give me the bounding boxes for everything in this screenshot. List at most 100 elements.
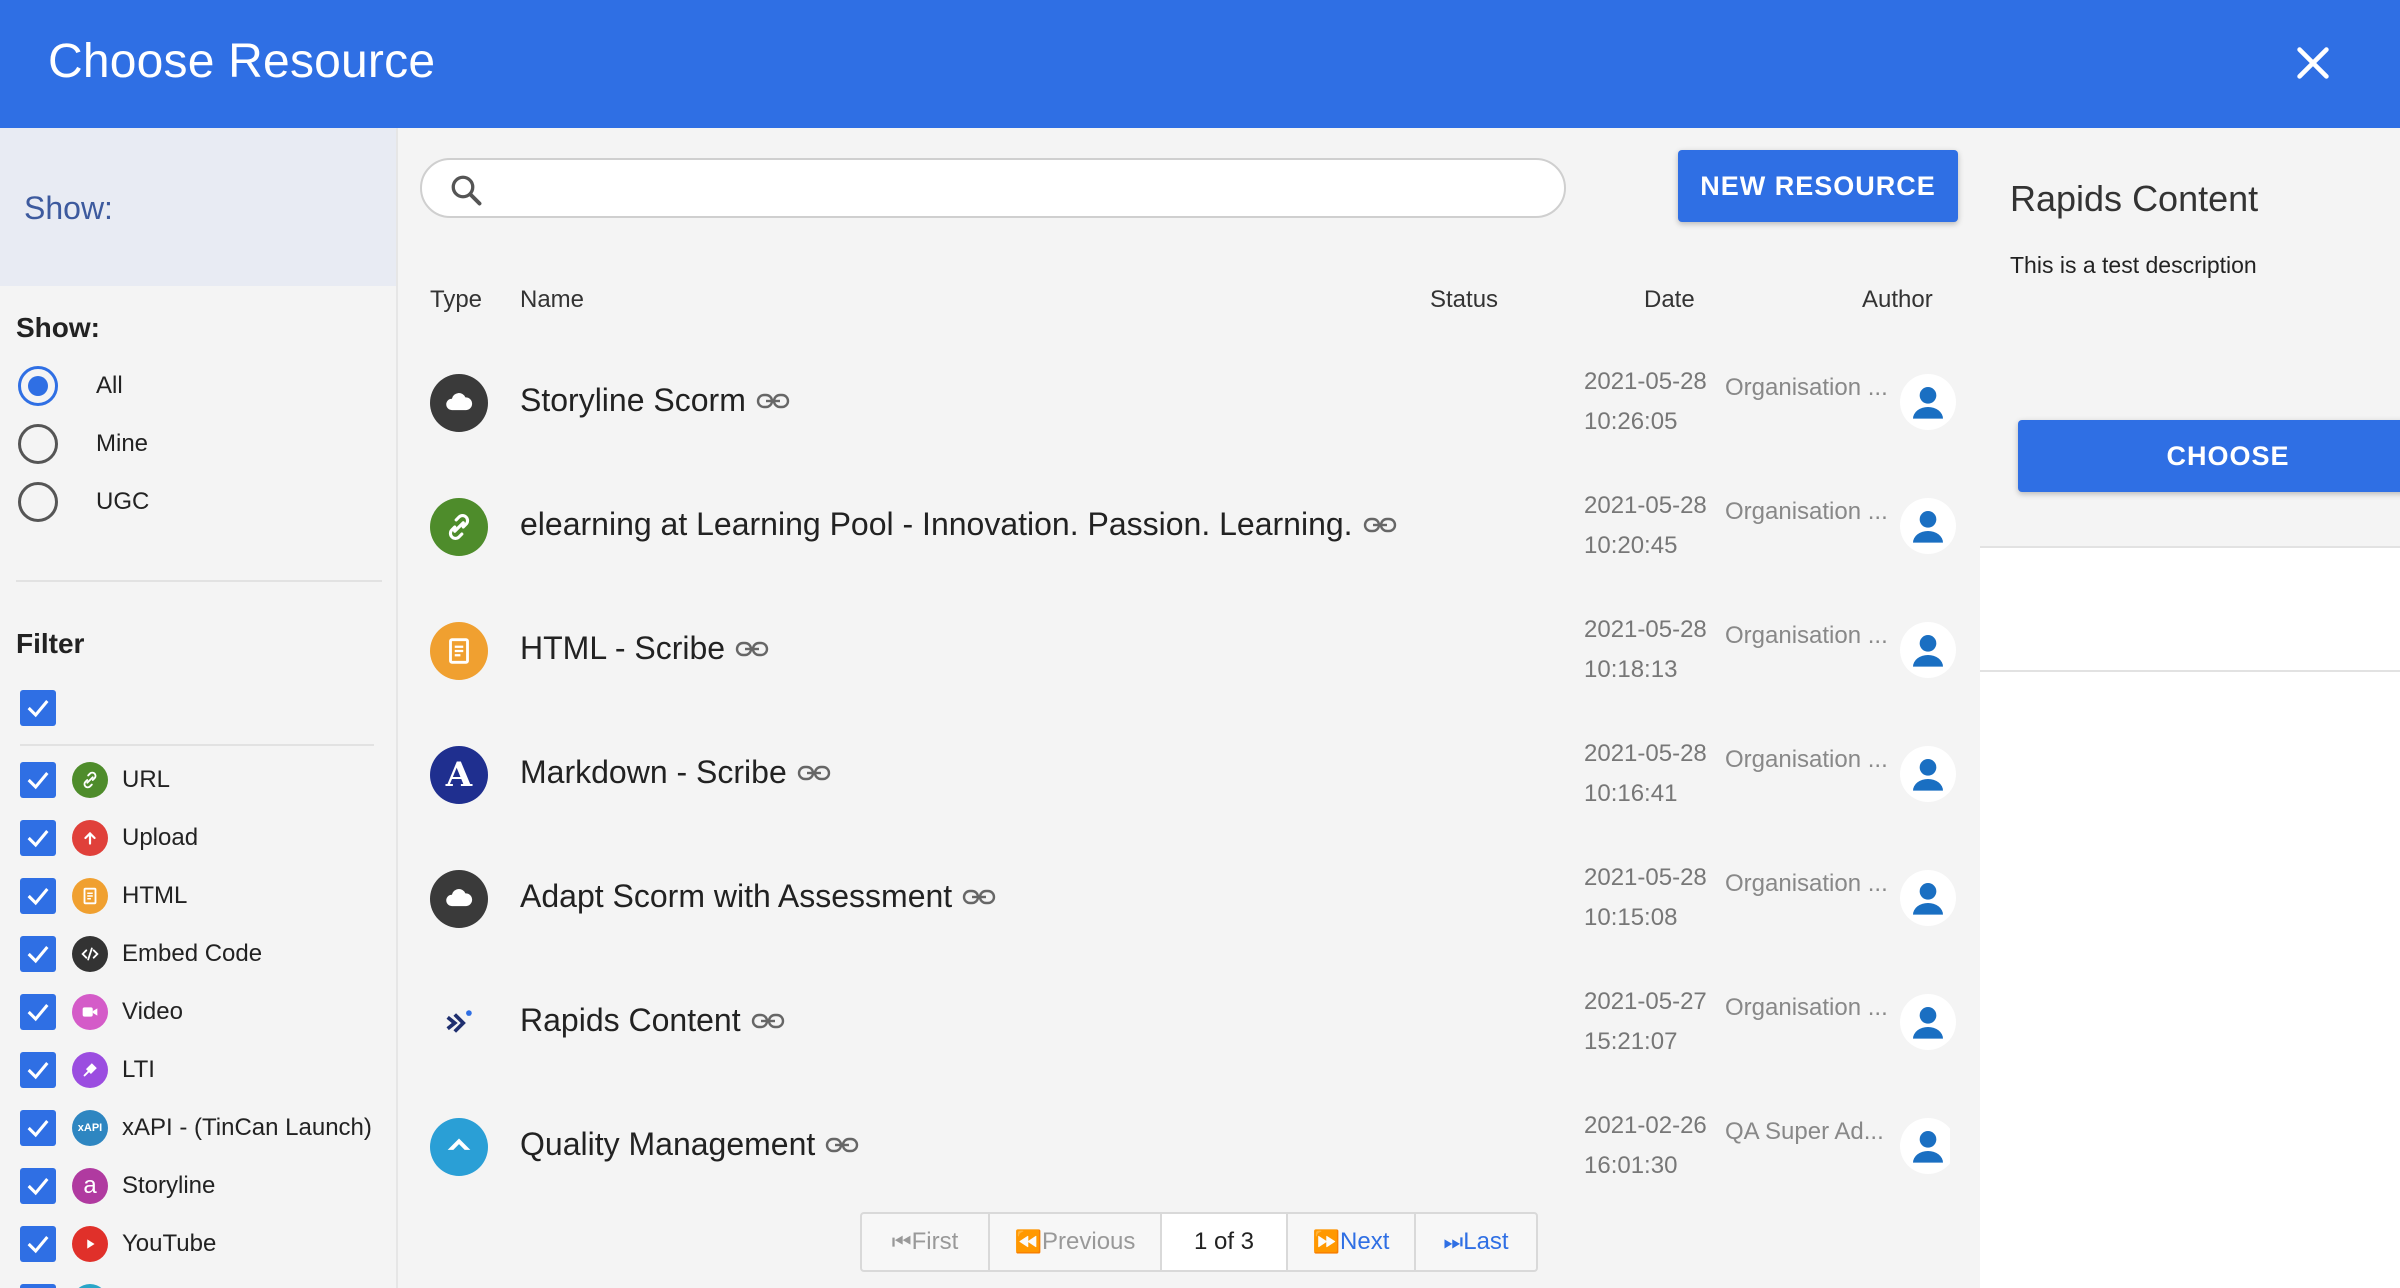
choose-button[interactable]: CHOOSE — [2018, 420, 2400, 492]
link-icon — [1363, 517, 1396, 532]
filter-label: Storyline — [122, 1172, 216, 1199]
markdown-icon: A — [430, 746, 488, 804]
resource-name[interactable]: HTML - Scribe — [520, 630, 769, 667]
resource-row[interactable]: Adapt Scorm with Assessment 2021-05-28 10… — [410, 834, 1956, 958]
checkmark-icon — [27, 700, 49, 718]
search-input[interactable] — [500, 168, 1540, 208]
filter-label: Video — [122, 998, 183, 1025]
resource-name[interactable]: Rapids Content — [520, 1002, 785, 1039]
column-header-name[interactable]: Name — [520, 286, 584, 314]
filter-item-embed-code[interactable]: Embed Code — [20, 934, 262, 974]
avatar — [1900, 870, 1956, 926]
next-page-icon: ⏩ — [1312, 1229, 1340, 1254]
resource-type-icon — [72, 1284, 108, 1288]
resource-name[interactable]: Quality Management — [520, 1126, 859, 1163]
resource-name[interactable]: elearning at Learning Pool - Innovation.… — [520, 506, 1397, 543]
show-option-label: UGC — [96, 488, 150, 515]
previous-page-label: Previous — [1042, 1228, 1136, 1255]
resource-date: 2021-05-28 10:16:41 — [1584, 734, 1707, 814]
resource-name-text: Storyline Scorm — [520, 382, 746, 418]
filter-label: xAPI - (TinCan Launch) — [122, 1114, 372, 1141]
search-bar[interactable] — [420, 158, 1566, 218]
filter-label: URL — [122, 766, 171, 793]
resource-row[interactable]: elearning at Learning Pool - Innovation.… — [410, 462, 1956, 586]
resource-row[interactable]: Storyline Scorm 2021-05-28 10:26:05 Organ… — [410, 338, 1956, 462]
filter-item-upload[interactable]: Upload — [20, 818, 198, 858]
user-icon — [1913, 1007, 1943, 1039]
upload-icon — [72, 820, 108, 856]
checkbox[interactable] — [20, 878, 56, 914]
resource-row[interactable]: Quality Management 2021-02-26 16:01:30 QA… — [410, 1082, 1950, 1194]
resource-date-time: 10:18:13 — [1584, 656, 1678, 683]
resource-row[interactable]: HTML - Scribe 2021-05-28 10:18:13 Organis… — [410, 586, 1956, 710]
radio-button[interactable] — [18, 366, 58, 406]
resource-list-panel: NEW RESOURCE Type Name Status Date Autho… — [400, 128, 1978, 1288]
close-button[interactable] — [2290, 40, 2336, 86]
new-resource-button[interactable]: NEW RESOURCE — [1678, 150, 1958, 222]
filter-item-html[interactable]: HTML — [20, 876, 187, 916]
filter-label: Embed Code — [122, 940, 263, 967]
next-page-button[interactable]: ⏩ Next — [1288, 1214, 1416, 1270]
link-icon — [826, 1137, 859, 1152]
filter-item-xapi[interactable]: xAPI xAPI - (TinCan Launch) — [20, 1108, 372, 1148]
filter-item-more[interactable] — [20, 1282, 108, 1288]
resource-name[interactable]: Storyline Scorm — [520, 382, 790, 419]
checkmark-icon — [27, 1236, 49, 1254]
filter-label: YouTube — [122, 1230, 217, 1257]
radio-button[interactable] — [18, 482, 58, 522]
resource-date-day: 2021-02-26 — [1584, 1112, 1707, 1139]
checkbox[interactable] — [20, 1284, 56, 1288]
column-header-type[interactable]: Type — [430, 286, 482, 314]
filter-item-youtube[interactable]: YouTube — [20, 1224, 216, 1264]
show-option-label: Mine — [96, 430, 149, 457]
resource-row[interactable]: Rapids Content 2021-05-27 15:21:07 Organi… — [410, 958, 1956, 1082]
checkbox[interactable] — [20, 1168, 56, 1204]
previous-page-button[interactable]: ⏪ Previous — [990, 1214, 1162, 1270]
checkbox[interactable] — [20, 762, 56, 798]
checkbox[interactable] — [20, 994, 56, 1030]
checkmark-icon — [27, 946, 49, 964]
checkbox[interactable] — [20, 690, 56, 726]
column-header-status[interactable]: Status — [1430, 286, 1498, 314]
last-page-icon: ⏭ — [1443, 1229, 1463, 1254]
filter-section-label: Filter — [16, 628, 85, 659]
resource-author: Organisation ... — [1725, 746, 1888, 773]
sidebar-header-label: Show: — [24, 190, 113, 226]
avatar — [1900, 374, 1956, 430]
search-icon — [451, 175, 482, 206]
first-page-icon: ⏮ — [891, 1229, 912, 1254]
filter-select-all[interactable] — [20, 688, 56, 728]
resource-name[interactable]: Adapt Scorm with Assessment — [520, 878, 996, 915]
checkbox[interactable] — [20, 1052, 56, 1088]
detail-divider — [1980, 670, 2400, 672]
resource-date-day: 2021-05-28 — [1584, 864, 1707, 891]
youtube-icon — [72, 1226, 108, 1262]
first-page-button[interactable]: ⏮ First — [862, 1214, 990, 1270]
user-icon — [1913, 883, 1943, 915]
radio-button[interactable] — [18, 424, 58, 464]
show-option-ugc[interactable]: UGC — [18, 480, 149, 524]
filter-item-url[interactable]: URL — [20, 760, 170, 800]
checkbox[interactable] — [20, 1110, 56, 1146]
checkbox[interactable] — [20, 820, 56, 856]
resource-date-day: 2021-05-28 — [1584, 616, 1707, 643]
checkmark-icon — [27, 888, 49, 906]
checkbox[interactable] — [20, 1226, 56, 1262]
checkbox[interactable] — [20, 936, 56, 972]
column-header-date[interactable]: Date — [1644, 286, 1695, 314]
resource-name[interactable]: Markdown - Scribe — [520, 754, 831, 791]
filter-item-lti[interactable]: LTI — [20, 1050, 155, 1090]
filter-item-video[interactable]: Video — [20, 992, 183, 1032]
show-option-mine[interactable]: Mine — [18, 422, 148, 466]
column-header-author[interactable]: Author — [1862, 286, 1933, 314]
show-option-all[interactable]: All — [18, 364, 123, 408]
resource-date-day: 2021-05-28 — [1584, 368, 1707, 395]
filter-item-storyline[interactable]: a Storyline — [20, 1166, 215, 1206]
resource-row[interactable]: A Markdown - Scribe 2021-05-28 10:16:41 O… — [410, 710, 1956, 834]
previous-page-icon: ⏪ — [1014, 1229, 1042, 1254]
resource-name-text: Quality Management — [520, 1126, 816, 1162]
resource-name-text: Rapids Content — [520, 1002, 741, 1038]
user-icon — [1913, 387, 1943, 419]
last-page-button[interactable]: ⏭ Last — [1416, 1214, 1536, 1270]
link-icon — [72, 762, 108, 798]
